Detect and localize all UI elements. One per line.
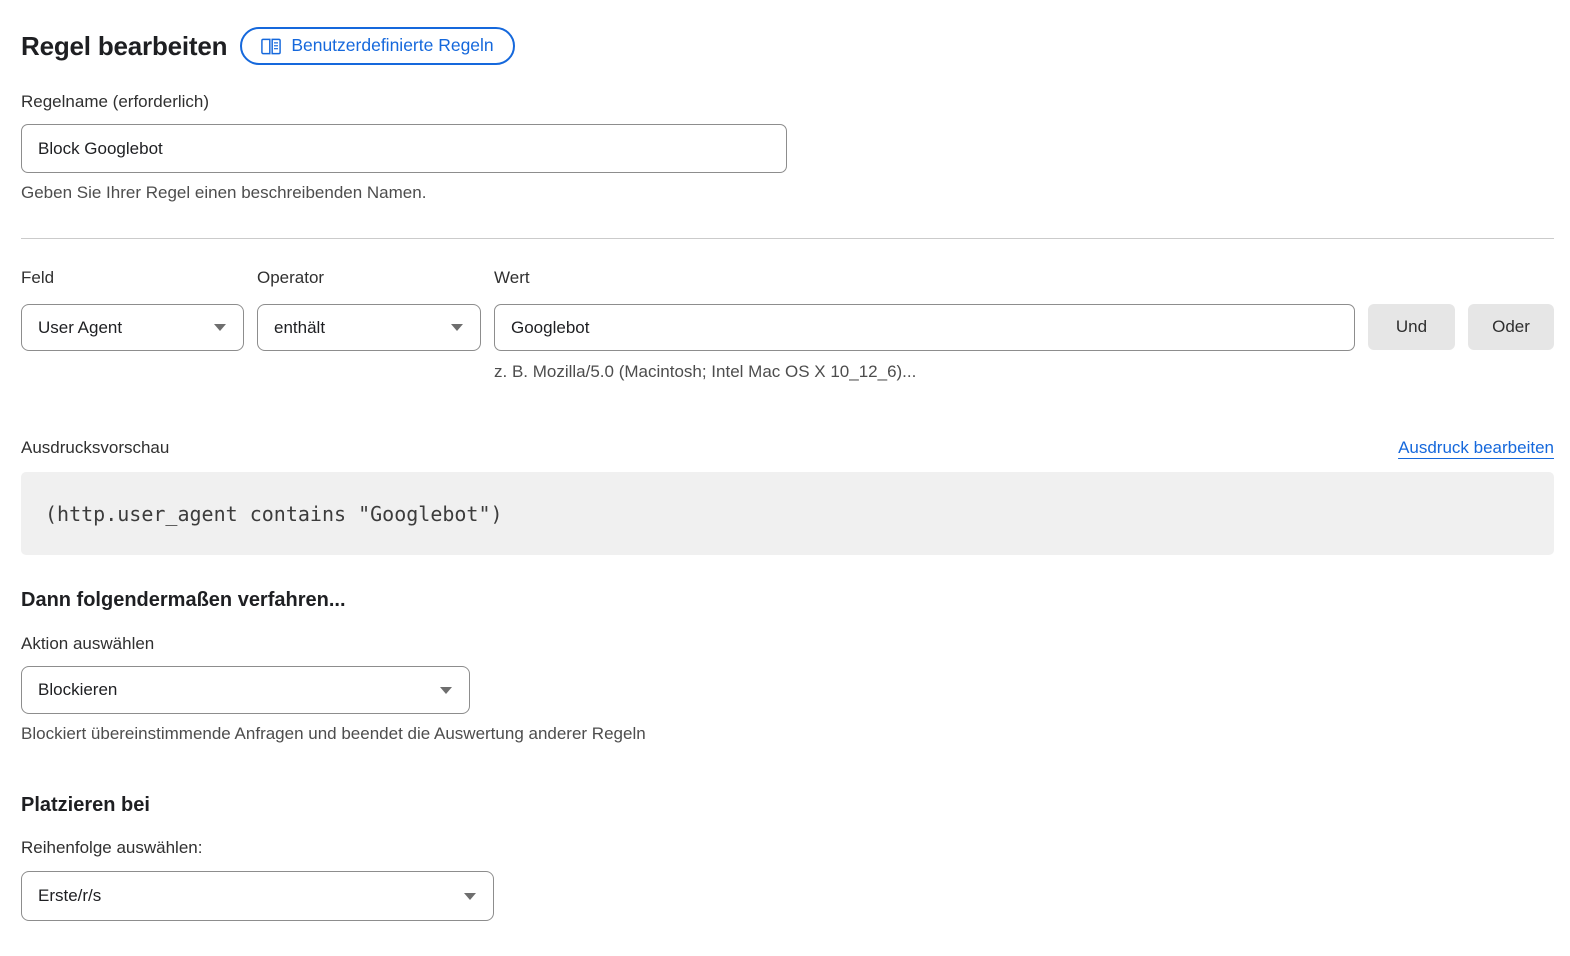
section-divider [21, 238, 1554, 239]
expression-preview-label: Ausdrucksvorschau [21, 438, 169, 458]
placement-section: Platzieren bei Reihenfolge auswählen: Er… [21, 793, 1554, 921]
page-title: Regel bearbeiten [21, 31, 227, 62]
rule-name-input[interactable] [21, 124, 787, 173]
action-section: Dann folgendermaßen verfahren... Aktion … [21, 588, 1554, 744]
field-select[interactable]: User Agent [21, 304, 244, 351]
operator-select-value: enthält [274, 318, 325, 338]
expression-preview-code: (http.user_agent contains "Googlebot") [21, 472, 1554, 555]
order-select[interactable]: Erste/r/s [21, 871, 494, 921]
chevron-down-icon [214, 324, 226, 331]
value-help: z. B. Mozilla/5.0 (Macintosh; Intel Mac … [494, 362, 1355, 382]
condition-row: Feld Operator Wert User Agent enthält Un… [21, 268, 1554, 382]
rule-editor-page: Regel bearbeiten Benutzerdefinierte Rege… [0, 0, 1570, 956]
expression-code-text: (http.user_agent contains "Googlebot") [45, 502, 503, 526]
chevron-down-icon [464, 893, 476, 900]
field-select-value: User Agent [38, 318, 122, 338]
order-select-value: Erste/r/s [38, 886, 101, 906]
value-input[interactable] [494, 304, 1355, 351]
title-row: Regel bearbeiten Benutzerdefinierte Rege… [21, 27, 1554, 65]
value-label: Wert [494, 268, 1355, 288]
edit-expression-link[interactable]: Ausdruck bearbeiten [1398, 438, 1554, 458]
action-heading: Dann folgendermaßen verfahren... [21, 588, 1554, 612]
expression-header: Ausdrucksvorschau Ausdruck bearbeiten [21, 438, 1554, 458]
operator-select[interactable]: enthält [257, 304, 481, 351]
book-open-icon [261, 38, 281, 55]
action-help: Blockiert übereinstimmende Anfragen und … [21, 724, 1554, 744]
expression-section: Ausdrucksvorschau Ausdruck bearbeiten (h… [21, 438, 1554, 555]
rule-name-label: Regelname (erforderlich) [21, 92, 1554, 112]
chevron-down-icon [451, 324, 463, 331]
action-select[interactable]: Blockieren [21, 666, 470, 714]
rule-name-help: Geben Sie Ihrer Regel einen beschreibend… [21, 183, 1554, 203]
or-button[interactable]: Oder [1468, 304, 1554, 350]
placement-heading: Platzieren bei [21, 793, 1554, 817]
operator-label: Operator [257, 268, 481, 288]
order-label: Reihenfolge auswählen: [21, 838, 1554, 858]
action-label: Aktion auswählen [21, 634, 1554, 654]
chevron-down-icon [440, 687, 452, 694]
action-select-value: Blockieren [38, 680, 117, 700]
custom-rules-docs-button[interactable]: Benutzerdefinierte Regeln [240, 27, 514, 65]
field-label: Feld [21, 268, 244, 288]
docs-button-label: Benutzerdefinierte Regeln [291, 37, 493, 55]
rule-name-section: Regelname (erforderlich) Geben Sie Ihrer… [21, 92, 1554, 203]
and-button[interactable]: Und [1368, 304, 1455, 350]
